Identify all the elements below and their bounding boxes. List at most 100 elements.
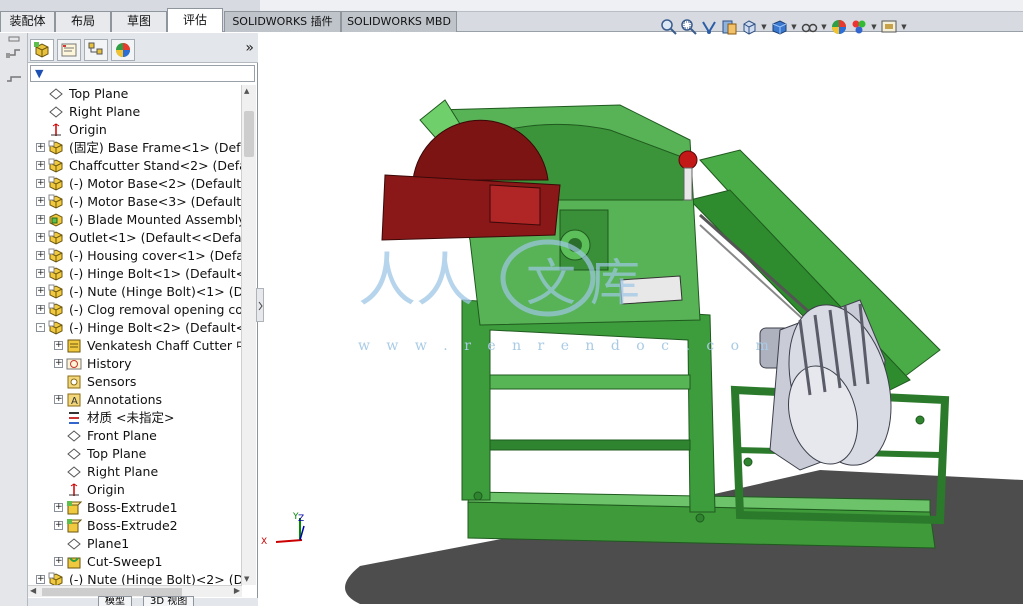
collapse-icon[interactable]: - (36, 323, 45, 332)
plane-icon (66, 446, 82, 462)
tree-row[interactable]: Right Plane (28, 463, 242, 481)
tree-row[interactable]: + Outlet<1> (Default<<Default: (28, 229, 242, 247)
tree-row[interactable]: + (-) Motor Base<2> (Default< (28, 175, 242, 193)
expand-icon[interactable]: + (36, 251, 45, 260)
tree-vertical-scrollbar[interactable]: ▲ ▼ (241, 85, 256, 585)
history-icon (66, 356, 82, 372)
tree-item-label: (-) Motor Base<3> (Default< (69, 194, 242, 209)
tree-row[interactable]: + (-) Blade Mounted Assembly< (28, 211, 242, 229)
expand-icon[interactable]: + (54, 395, 63, 404)
tree-row[interactable]: - (-) Hinge Bolt<2> (Default<< (28, 319, 242, 337)
tree-row[interactable]: Top Plane (28, 85, 242, 103)
plane-icon (66, 428, 82, 444)
tree-row[interactable]: + (-) Clog removal opening cov (28, 301, 242, 319)
scroll-up-icon[interactable]: ▲ (244, 87, 249, 95)
plane-icon (48, 86, 64, 102)
expand-icon[interactable]: + (54, 359, 63, 368)
tree-row[interactable]: Top Plane (28, 445, 242, 463)
display-style-icon[interactable] (770, 18, 788, 36)
tree-filter-input[interactable]: ▼ (30, 65, 255, 82)
propertymanager-icon[interactable] (57, 39, 81, 61)
scroll-right-icon[interactable]: ▶ (234, 586, 240, 595)
apply-scene-icon[interactable] (850, 18, 868, 36)
graphics-area[interactable]: 人人 文 库 (258, 38, 1023, 606)
tab-model[interactable]: 模型 (98, 596, 132, 606)
chevron-down-icon[interactable]: ▼ (870, 23, 878, 31)
tree-row[interactable]: + Boss-Extrude2 (28, 517, 242, 535)
expand-icon[interactable]: + (36, 179, 45, 188)
mate-icon[interactable] (6, 49, 20, 58)
expand-icon[interactable]: + (36, 305, 45, 314)
view-settings-icon[interactable] (880, 18, 898, 36)
expand-icon[interactable]: + (54, 521, 63, 530)
tree-item-label: (-) Hinge Bolt<1> (Default<< (69, 266, 242, 281)
tab-assembly[interactable]: 装配体 (0, 11, 55, 32)
bottom-tabbar: 模型 3D 视图 (28, 596, 258, 606)
tree-row[interactable]: + Boss-Extrude1 (28, 499, 242, 517)
feature-manager-tabs: » (28, 33, 258, 63)
expand-icon[interactable]: + (36, 575, 45, 584)
chevron-down-icon[interactable]: ▼ (760, 23, 768, 31)
tree-row[interactable]: + (-) Hinge Bolt<1> (Default<< (28, 265, 242, 283)
tree-row[interactable]: Origin (28, 481, 242, 499)
tree-row[interactable]: Plane1 (28, 535, 242, 553)
displaymanager-icon[interactable] (111, 39, 135, 61)
tree-item-label: (-) Clog removal opening cov (69, 302, 242, 317)
svg-text:A: A (71, 396, 78, 407)
chevron-down-icon[interactable]: ▼ (900, 23, 908, 31)
zoom-to-area-icon[interactable] (680, 18, 698, 36)
expand-icon[interactable]: + (54, 557, 63, 566)
previous-view-icon[interactable] (700, 18, 718, 36)
scroll-left-icon[interactable]: ◀ (30, 586, 36, 595)
featuremanager-tree-icon[interactable] (30, 39, 54, 61)
tab-solidworks-addins[interactable]: SOLIDWORKS 插件 (224, 11, 341, 32)
zoom-to-fit-icon[interactable] (660, 18, 678, 36)
smart-fasteners-icon[interactable] (7, 76, 21, 82)
expand-icon[interactable]: + (36, 143, 45, 152)
tab-sketch[interactable]: 草图 (111, 11, 167, 32)
expand-icon[interactable]: + (36, 215, 45, 224)
tab-solidworks-mbd[interactable]: SOLIDWORKS MBD (341, 11, 457, 32)
expand-icon[interactable]: + (36, 197, 45, 206)
tree-row[interactable]: 材质 <未指定> (28, 409, 242, 427)
scroll-down-icon[interactable]: ▼ (244, 575, 249, 583)
view-orientation-icon[interactable] (740, 18, 758, 36)
expand-icon[interactable]: + (54, 341, 63, 350)
edit-appearance-icon[interactable] (830, 18, 848, 36)
expand-icon[interactable]: + (36, 269, 45, 278)
tree-row[interactable]: + Chaffcutter Stand<2> (Defaul (28, 157, 242, 175)
tree-row[interactable]: Origin (28, 121, 242, 139)
expand-icon[interactable]: + (36, 161, 45, 170)
filter-icon[interactable]: ▼ (35, 67, 43, 80)
tree-row[interactable]: + (-) Nute (Hinge Bolt)<2> (Def (28, 571, 242, 585)
tab-3d-views[interactable]: 3D 视图 (143, 596, 195, 606)
coordinate-triad (275, 518, 305, 543)
tree-row[interactable]: Right Plane (28, 103, 242, 121)
tree-row[interactable]: Sensors (28, 373, 242, 391)
tree-horizontal-scrollbar[interactable]: ◀ ▶ (28, 585, 242, 597)
expand-panel-icon[interactable]: » (245, 40, 254, 56)
chevron-down-icon[interactable]: ▼ (790, 23, 798, 31)
tab-evaluate[interactable]: 评估 (167, 8, 223, 32)
configurationmanager-icon[interactable] (84, 39, 108, 61)
part-icon (48, 158, 64, 174)
section-view-icon[interactable] (720, 18, 738, 36)
tree-row[interactable]: + (-) Motor Base<3> (Default< (28, 193, 242, 211)
hide-show-items-icon[interactable] (800, 18, 818, 36)
tree-row[interactable]: Front Plane (28, 427, 242, 445)
tree-row[interactable]: + (固定) Base Frame<1> (Defau (28, 139, 242, 157)
tree-row[interactable]: + (-) Nute (Hinge Bolt)<1> (Def (28, 283, 242, 301)
tree-row[interactable]: + Venkatesh Chaff Cutter 中的 (28, 337, 242, 355)
pin-icon[interactable] (8, 36, 20, 42)
scroll-thumb[interactable] (244, 111, 254, 157)
chevron-down-icon[interactable]: ▼ (820, 23, 828, 31)
tree-row[interactable]: + A Annotations (28, 391, 242, 409)
tree-row[interactable]: + (-) Housing cover<1> (Defaul (28, 247, 242, 265)
expand-icon[interactable]: + (36, 233, 45, 242)
tree-row[interactable]: + Cut-Sweep1 (28, 553, 242, 571)
tab-layout[interactable]: 布局 (55, 11, 111, 32)
expand-icon[interactable]: + (54, 503, 63, 512)
scroll-thumb[interactable] (42, 588, 182, 596)
expand-icon[interactable]: + (36, 287, 45, 296)
tree-row[interactable]: + History (28, 355, 242, 373)
